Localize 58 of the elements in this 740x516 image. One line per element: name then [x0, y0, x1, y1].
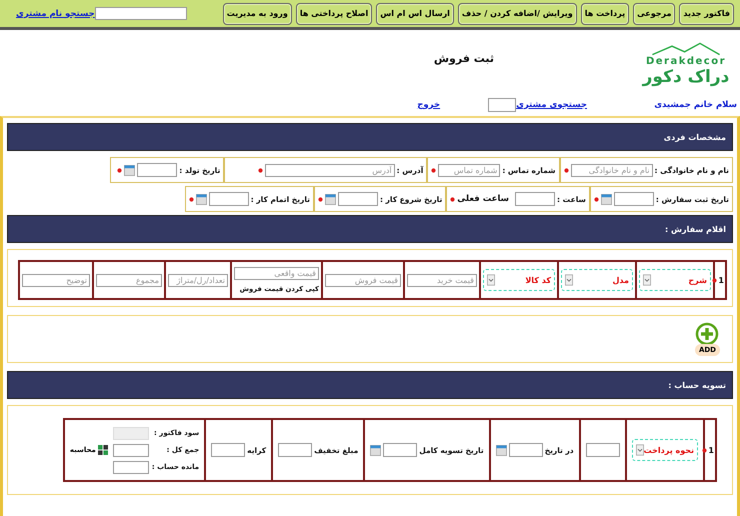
customer-name-search-link[interactable]: جستجو نام مشتری — [16, 8, 95, 18]
logo-text: Derakdecor — [646, 56, 726, 67]
logo-text: دراک دکور — [642, 67, 730, 87]
customer-name-search-field[interactable] — [94, 7, 187, 20]
toolbar-button[interactable]: فاکتور جدید — [679, 2, 734, 24]
text-field[interactable]: نام و نام خانوادگی — [570, 164, 653, 176]
page-title: ثبت فروش — [434, 52, 494, 65]
row-number: 1 — [718, 276, 724, 284]
calendar-icon[interactable] — [124, 164, 136, 176]
calendar-icon[interactable] — [196, 194, 207, 204]
date-field[interactable] — [508, 443, 543, 457]
greeting-text: سلام خانم جمشیدی — [653, 100, 737, 110]
calculator-icon — [98, 445, 108, 455]
section-title: اقلام سفارش : — [665, 224, 726, 234]
caret-icon — [636, 444, 644, 456]
text-field[interactable] — [278, 443, 312, 457]
section-title: تسویه حساب : — [668, 380, 726, 390]
dropdown-field[interactable]: مدل — [561, 269, 633, 291]
text-field[interactable]: توضیح — [22, 274, 90, 286]
date-field[interactable] — [338, 192, 378, 206]
caret-icon — [565, 274, 573, 286]
customer-search-field[interactable] — [488, 98, 516, 112]
text-field[interactable]: قیمت واقعی — [234, 267, 319, 280]
logout-link[interactable]: خروج — [417, 100, 440, 110]
time-field[interactable] — [515, 192, 556, 206]
calendar-icon[interactable] — [600, 194, 612, 204]
date-field[interactable] — [383, 443, 418, 457]
caret-icon — [643, 274, 651, 286]
text-field[interactable]: مجموع — [96, 274, 162, 286]
text-field[interactable] — [112, 444, 149, 456]
text-field[interactable]: قیمت خرید — [407, 274, 477, 286]
dropdown-field[interactable]: شرح — [639, 269, 711, 291]
calendar-icon[interactable] — [370, 444, 382, 456]
toolbar-button[interactable]: ارسال اس ام اس — [376, 2, 454, 24]
text-field[interactable] — [112, 460, 149, 474]
date-field[interactable] — [137, 163, 178, 177]
dropdown-field[interactable]: نحوه پرداخت — [632, 439, 698, 461]
toolbar-button[interactable]: مرجوعی — [633, 2, 676, 24]
text-field[interactable] — [586, 443, 620, 457]
plus-icon — [695, 322, 720, 346]
date-field[interactable] — [614, 192, 654, 206]
toolbar-button[interactable]: ویرایش /اضافه کردن / حذف — [458, 2, 577, 24]
toolbar-button[interactable]: پرداخت ها — [580, 2, 630, 24]
current-time-label: ساعت فعلی — [457, 194, 510, 204]
text-field[interactable]: قیمت فروش — [325, 274, 401, 286]
toolbar-button[interactable]: ورود به مدیریت — [222, 2, 292, 24]
toolbar-button[interactable]: اصلاح پرداختی ها — [296, 2, 372, 24]
text-field[interactable] — [211, 443, 246, 457]
text-field[interactable]: تعداد/رل/متراژ — [168, 274, 228, 286]
calendar-icon[interactable] — [496, 444, 507, 456]
date-field[interactable] — [208, 192, 249, 206]
dropdown-field[interactable]: کد کالا — [483, 269, 555, 291]
section-title: مشخصات فردی — [664, 132, 726, 142]
row-number: 1 — [708, 446, 714, 454]
calendar-icon[interactable] — [324, 194, 336, 204]
caret-icon — [487, 274, 495, 286]
text-field[interactable]: شماره تماس — [438, 164, 500, 176]
customer-search-link[interactable]: جستجوی مشتری — [516, 100, 587, 110]
